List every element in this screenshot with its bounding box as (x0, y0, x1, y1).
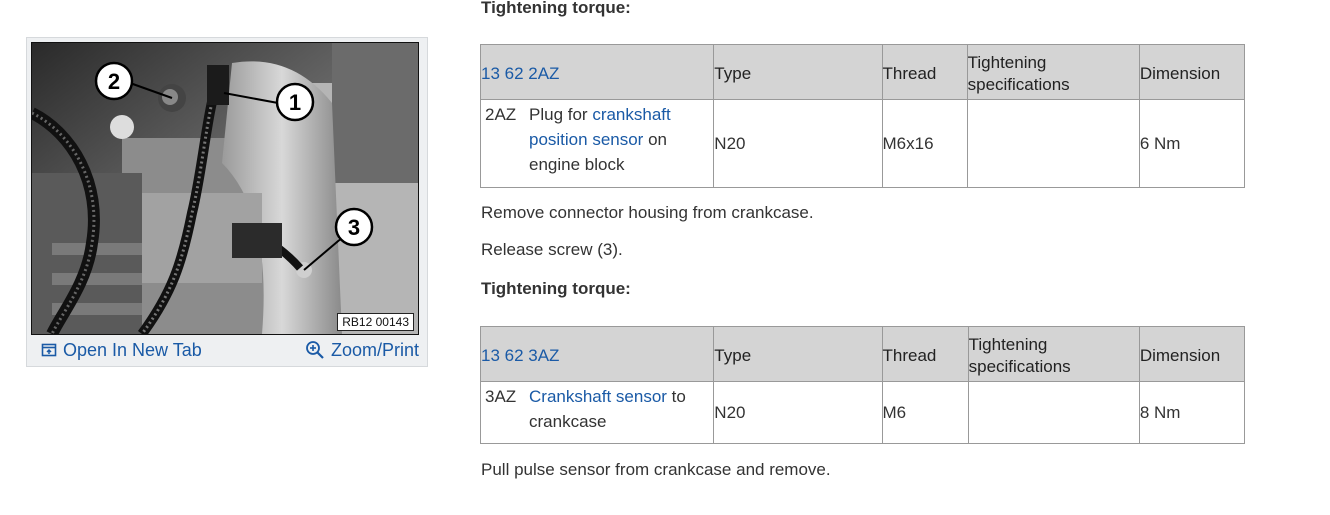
row-description: 2AZ Plug for crankshaft position sensor … (479, 99, 715, 188)
header-code[interactable]: 13 62 3AZ (479, 326, 715, 382)
row-thread: M6 (881, 381, 969, 444)
header-type: Type (713, 326, 883, 382)
callout-3: 3 (334, 207, 374, 247)
header-spec: Tightening specifications (967, 326, 1140, 382)
callout-2: 2 (94, 61, 134, 101)
row-code: 3AZ (485, 387, 517, 406)
row-dimension: 8 Nm (1138, 381, 1246, 444)
row-spec (966, 99, 1140, 188)
row-description: 3AZ Crankshaft sensor to crankcase (479, 381, 715, 444)
header-type: Type (713, 44, 883, 100)
table-row: 3AZ Crankshaft sensor to crankcase N20 M… (479, 381, 1246, 444)
open-in-new-tab-link[interactable]: Open In New Tab (41, 340, 202, 361)
svg-text:2: 2 (108, 69, 120, 94)
step-remove-connector: Remove connector housing from crankcase. (481, 203, 814, 222)
row-dimension: 6 Nm (1138, 99, 1246, 188)
header-dimension: Dimension (1138, 326, 1246, 382)
open-new-tab-icon (41, 343, 57, 357)
figure-links: Open In New Tab Zoom/Print (27, 336, 427, 364)
step-pull-pulse-sensor: Pull pulse sensor from crankcase and rem… (481, 460, 831, 479)
header-thread: Thread (881, 44, 968, 100)
row-type: N20 (713, 381, 883, 444)
row-spec (967, 381, 1140, 444)
engine-photo-illustration: 2 1 3 (32, 43, 418, 334)
row-code: 2AZ (485, 105, 517, 124)
zoom-print-link[interactable]: Zoom/Print (305, 340, 419, 361)
engine-photo[interactable]: 2 1 3 RB12 00143 (31, 42, 419, 335)
torque-table-1: 13 62 2AZ Type Thread Tightening specifi… (479, 44, 1246, 188)
header-thread: Thread (881, 326, 969, 382)
svg-text:3: 3 (348, 215, 360, 240)
header-dimension: Dimension (1138, 44, 1246, 100)
table-header-row: 13 62 2AZ Type Thread Tightening specifi… (479, 44, 1246, 100)
row-desc-text: Crankshaft sensor to crankcase (529, 387, 686, 431)
torque-table-2: 13 62 3AZ Type Thread Tightening specifi… (479, 326, 1246, 444)
row-thread: M6x16 (881, 99, 968, 188)
row-type: N20 (713, 99, 883, 188)
crankshaft-sensor-link[interactable]: Crankshaft sensor (529, 387, 667, 406)
svg-text:1: 1 (289, 90, 301, 115)
figure-code: RB12 00143 (337, 313, 414, 331)
step-release-screw: Release screw (3). (481, 240, 623, 259)
zoom-icon (306, 341, 324, 359)
header-code[interactable]: 13 62 2AZ (479, 44, 715, 100)
tightening-torque-heading-2: Tightening torque: (481, 279, 631, 298)
header-spec: Tightening specifications (966, 44, 1140, 100)
table-row: 2AZ Plug for crankshaft position sensor … (479, 99, 1246, 188)
open-in-new-tab-label: Open In New Tab (63, 339, 202, 360)
row-desc-text: Plug for crankshaft position sensor on e… (529, 105, 671, 174)
tightening-torque-heading-1: Tightening torque: (481, 0, 631, 17)
figure-panel: 2 1 3 RB12 00143 Open In New Tab Zoom/Pr… (26, 37, 428, 367)
callout-1: 1 (275, 82, 315, 122)
zoom-print-label: Zoom/Print (330, 339, 419, 360)
table-header-row: 13 62 3AZ Type Thread Tightening specifi… (479, 326, 1246, 382)
